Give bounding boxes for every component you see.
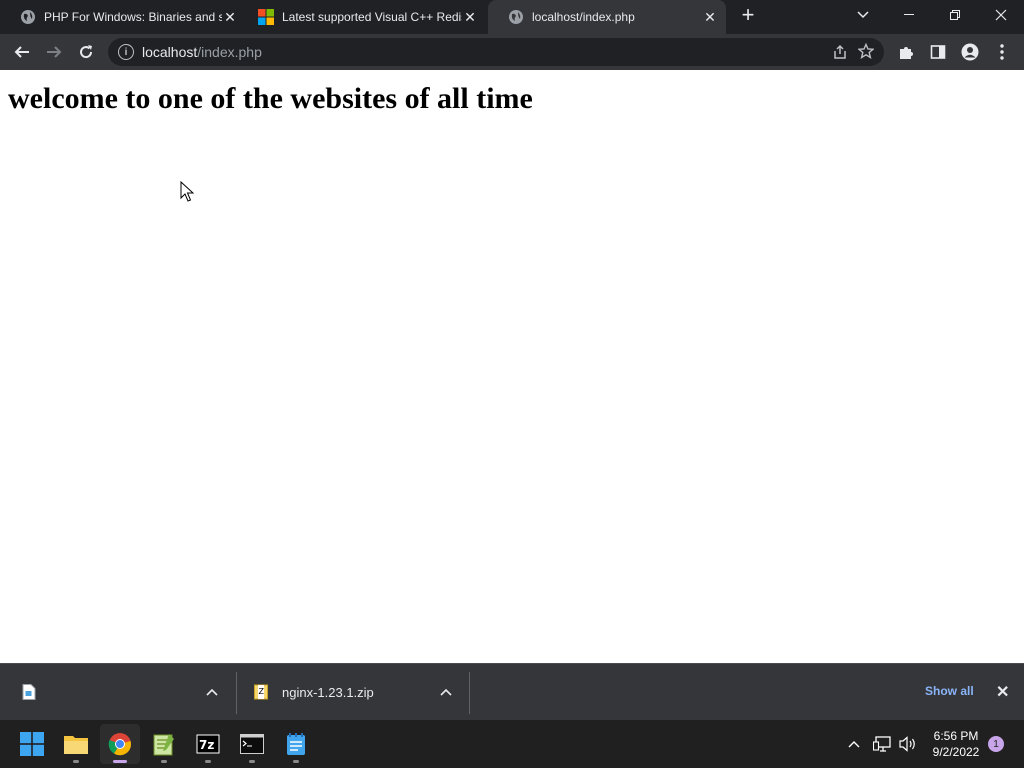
site-info-icon[interactable]: i (118, 44, 134, 60)
volume-icon[interactable] (896, 720, 920, 768)
puzzle-icon (900, 47, 913, 59)
show-hidden-icons-chevron-icon[interactable] (844, 720, 864, 768)
windows-start-icon (20, 732, 44, 756)
download-shelf: Z nginx-1.23.1.zip Show all ✕ (0, 663, 1024, 720)
clock-time: 6:56 PM (933, 729, 979, 743)
chrome-icon (108, 733, 132, 756)
taskbar-notepad-plus-plus[interactable] (144, 724, 184, 764)
chrome-menu-button[interactable] (988, 38, 1016, 66)
running-indicator (293, 760, 299, 763)
page-heading: welcome to one of the websites of all ti… (8, 82, 533, 115)
tab-title: localhost/index.php (532, 10, 635, 24)
notification-badge[interactable]: 1 (988, 736, 1004, 752)
terminal-icon (240, 734, 264, 754)
tab-strip: PHP For Windows: Binaries and source Rel… (0, 0, 1024, 34)
tab-search-chevron-icon[interactable] (840, 0, 886, 30)
close-tab-icon[interactable]: ✕ (702, 9, 718, 26)
taskbar-terminal[interactable] (232, 724, 272, 764)
tab-visual-cpp[interactable]: Latest supported Visual C++ Redistributa… (246, 0, 486, 34)
web-page-content: welcome to one of the websites of all ti… (0, 70, 1024, 663)
side-panel-button[interactable] (924, 38, 952, 66)
download-item[interactable] (22, 664, 232, 720)
start-button[interactable] (12, 724, 52, 764)
browser-toolbar: i localhost/index.php (0, 34, 1024, 70)
folder-icon (64, 736, 88, 754)
microsoft-logo-icon (258, 9, 274, 25)
close-tab-icon[interactable]: ✕ (462, 9, 478, 26)
system-clock[interactable]: 6:56 PM 9/2/2022 (926, 728, 986, 760)
download-item[interactable]: Z nginx-1.23.1.zip (254, 664, 434, 720)
new-tab-button[interactable]: + (734, 0, 762, 30)
tab-php-windows[interactable]: PHP For Windows: Binaries and source Rel… (0, 0, 246, 34)
tab-localhost[interactable]: localhost/index.php ✕ (488, 0, 726, 34)
taskbar-notepad[interactable] (276, 724, 316, 764)
download-filename: nginx-1.23.1.zip (282, 684, 374, 700)
globe-icon (20, 9, 36, 25)
mouse-cursor-icon (180, 180, 195, 208)
close-download-shelf-icon[interactable]: ✕ (996, 682, 1009, 702)
download-divider (236, 672, 237, 714)
download-options-chevron-icon[interactable] (436, 682, 456, 702)
bookmark-star-icon[interactable] (857, 42, 875, 62)
kebab-menu-icon (1000, 44, 1004, 60)
forward-button[interactable] (40, 38, 68, 66)
url-path: /index.php (197, 44, 262, 60)
notepad-icon (287, 733, 305, 755)
globe-icon (508, 9, 524, 25)
clock-date: 9/2/2022 (932, 745, 980, 759)
running-indicator (73, 760, 79, 763)
running-indicator (205, 760, 211, 763)
url-host: localhost (142, 44, 198, 60)
forward-arrow-icon (47, 46, 62, 58)
show-all-downloads-link[interactable]: Show all (925, 684, 974, 698)
svg-text:Z: Z (259, 687, 265, 696)
close-window-button[interactable] (978, 0, 1024, 30)
profile-button[interactable] (956, 38, 984, 66)
minimize-button[interactable] (886, 0, 932, 30)
reload-button[interactable] (72, 38, 100, 66)
network-icon[interactable] (870, 720, 894, 768)
back-arrow-icon (14, 46, 29, 58)
address-bar[interactable]: i localhost/index.php (108, 38, 884, 66)
side-panel-icon (930, 45, 946, 59)
svg-text:7z: 7z (199, 738, 214, 752)
profile-icon (961, 43, 979, 61)
close-tab-icon[interactable]: ✕ (222, 9, 238, 26)
running-indicator (113, 760, 127, 763)
zip-file-icon: Z (254, 684, 268, 700)
taskbar-7zip[interactable]: 7z (188, 724, 228, 764)
windows-taskbar: 7z 6:56 PM 9/2/2022 (0, 720, 1024, 768)
7zip-icon: 7z (196, 734, 220, 754)
taskbar-chrome[interactable] (100, 724, 140, 764)
download-options-chevron-icon[interactable] (202, 682, 222, 702)
restore-button[interactable] (932, 0, 978, 30)
download-divider (469, 672, 470, 714)
back-button[interactable] (8, 38, 36, 66)
image-file-icon (22, 684, 36, 700)
taskbar-file-explorer[interactable] (56, 724, 96, 764)
reload-icon (80, 45, 93, 59)
running-indicator (161, 760, 167, 763)
tab-title: PHP For Windows: Binaries and source Rel… (44, 10, 222, 24)
extensions-button[interactable] (892, 38, 920, 66)
share-icon[interactable] (832, 44, 848, 63)
notepad-plus-plus-icon (153, 734, 174, 756)
running-indicator (249, 760, 255, 763)
tab-title: Latest supported Visual C++ Redistributa… (282, 10, 462, 24)
